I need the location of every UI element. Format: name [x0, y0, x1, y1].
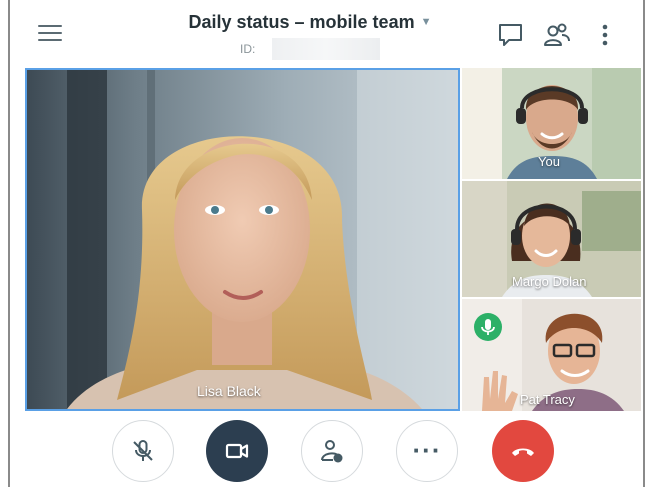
chevron-down-icon[interactable]: ▼: [421, 16, 432, 28]
person-share-icon: [321, 440, 343, 463]
mute-microphone-button[interactable]: [112, 420, 174, 482]
speaker-video-image: [27, 70, 458, 409]
participant-thumbnail-you[interactable]: You: [462, 68, 641, 179]
meeting-title-area[interactable]: Daily status – mobile team ▼: [175, 12, 445, 33]
video-call-screen: Daily status – mobile team ▼ ID: Lisa Bl…: [0, 0, 645, 487]
participant-name: You: [538, 154, 560, 169]
call-controls-bar: ···: [10, 411, 643, 487]
end-call-button[interactable]: [492, 420, 554, 482]
hang-up-icon: [512, 448, 534, 456]
participant-thumbnail-pat-tracy[interactable]: Pat Tracy: [462, 299, 641, 411]
meeting-header: Daily status – mobile team ▼ ID:: [10, 0, 643, 68]
participant-thumbnail-margo-dolan[interactable]: Margo Dolan: [462, 181, 641, 297]
meeting-title: Daily status – mobile team: [188, 12, 415, 32]
menu-icon[interactable]: [38, 22, 64, 44]
participants-icon[interactable]: [542, 20, 572, 50]
participant-name: Margo Dolan: [512, 274, 587, 289]
more-horizontal-icon: ···: [412, 435, 442, 465]
microphone-active-icon[interactable]: [474, 313, 502, 341]
video-camera-icon: [225, 443, 249, 459]
more-options-button[interactable]: ···: [396, 420, 458, 482]
camera-toggle-button[interactable]: [206, 420, 268, 482]
participant-name: Pat Tracy: [520, 392, 575, 407]
microphone-off-icon: [133, 440, 153, 461]
chat-icon[interactable]: [496, 20, 526, 50]
meeting-id-value-redacted: [272, 38, 380, 60]
main-speaker-video[interactable]: Lisa Black: [25, 68, 460, 411]
main-speaker-name: Lisa Black: [197, 383, 261, 399]
more-vertical-icon[interactable]: [590, 20, 620, 50]
meeting-id-label: ID:: [240, 42, 256, 56]
share-content-button[interactable]: [301, 420, 363, 482]
